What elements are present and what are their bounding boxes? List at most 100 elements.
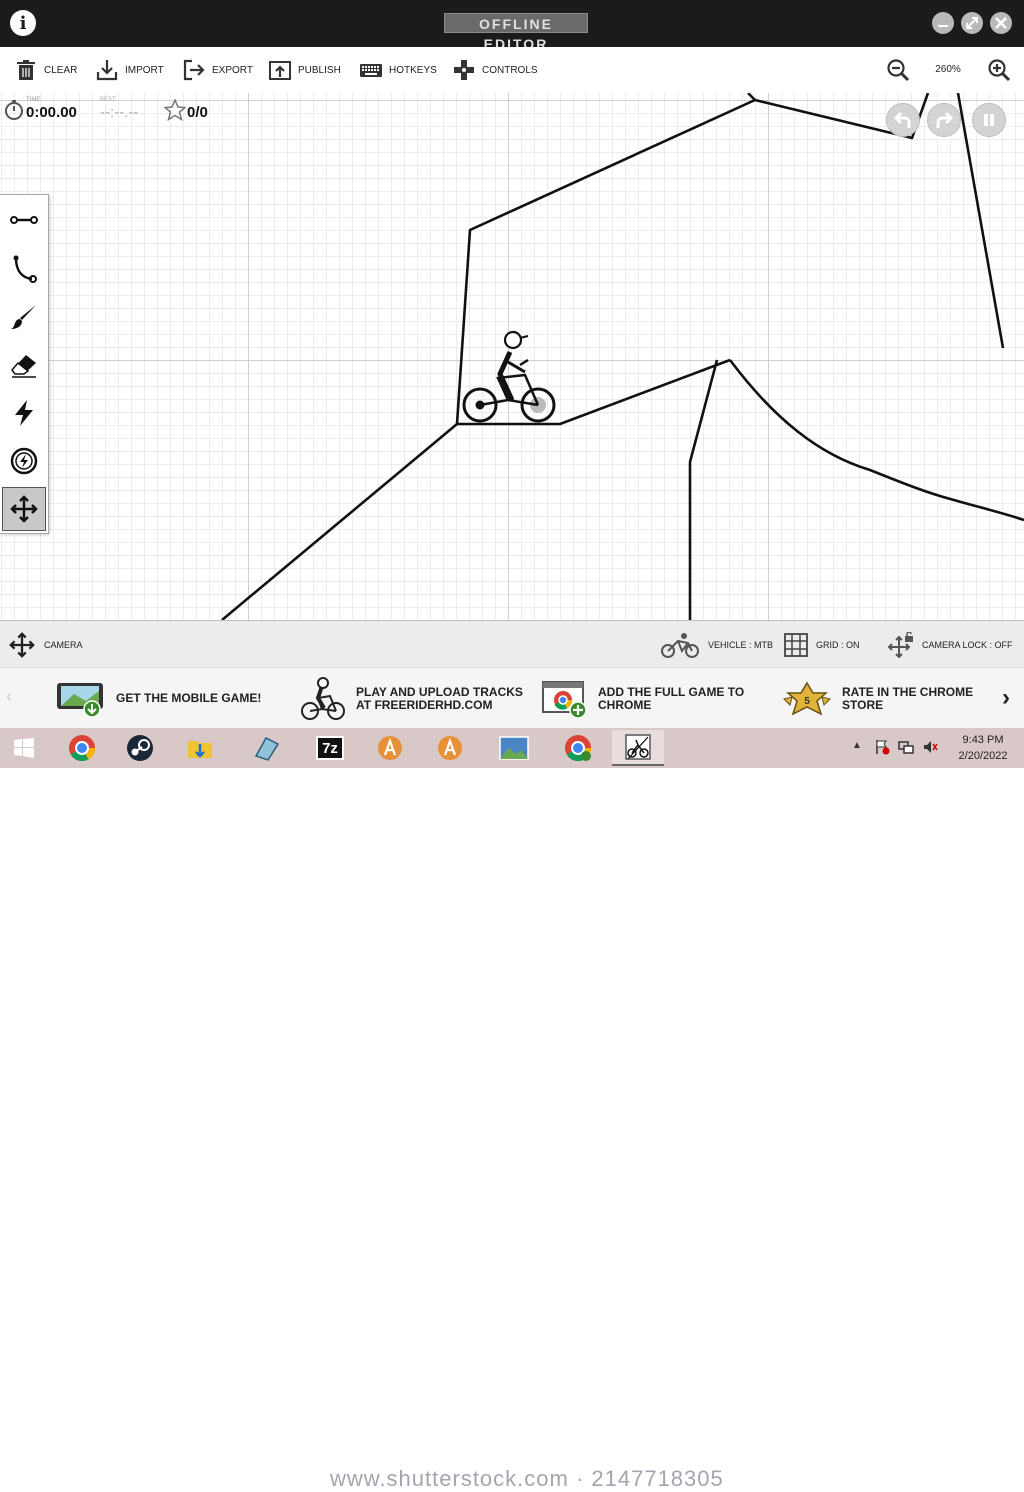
chrome-profile-icon — [565, 735, 592, 762]
redo-icon — [936, 111, 954, 128]
info-icon[interactable]: i — [10, 10, 36, 36]
folder-icon — [188, 741, 212, 758]
camera-lock-label: CAMERA LOCK : OFF — [922, 639, 1013, 650]
chevron-right-icon[interactable]: › — [1002, 684, 1010, 712]
zoom-out-icon — [887, 59, 910, 82]
taskbar-chrome-app[interactable] — [552, 730, 604, 766]
camera-mode[interactable]: CAMERA — [8, 621, 83, 668]
promo-mobile-game[interactable]: GET THE MOBILE GAME! — [56, 668, 261, 729]
zoom-in-button[interactable] — [987, 58, 1011, 87]
taskbar-app-a[interactable] — [364, 730, 416, 766]
pause-icon — [984, 114, 994, 126]
tool-eraser[interactable] — [2, 343, 46, 387]
straight-line-icon — [10, 216, 38, 224]
zoom-in-icon — [988, 59, 1011, 82]
publish-button[interactable]: PUBLISH — [268, 47, 341, 93]
tool-gravity[interactable] — [2, 439, 46, 483]
tool-curve[interactable] — [2, 247, 46, 291]
move-arrows-icon — [9, 631, 35, 658]
maximize-button[interactable] — [961, 12, 983, 34]
promo-mobile-text: GET THE MOBILE GAME! — [116, 691, 262, 705]
orange-app-icon — [438, 736, 462, 760]
windows-taskbar: 7z www.shutterstock.com · 2147718305 ▲ 9… — [0, 728, 1024, 1491]
tool-boost[interactable] — [2, 391, 46, 435]
chevron-up-icon[interactable]: ▲ — [852, 740, 862, 751]
promo-rate-text: RATE IN THE CHROME STORE — [842, 684, 974, 712]
clear-button[interactable]: CLEAR — [14, 47, 77, 93]
curve-icon — [13, 255, 37, 283]
taskbar-chrome[interactable] — [56, 730, 108, 766]
undo-icon — [893, 111, 911, 128]
controls-label: CONTROLS — [482, 64, 538, 76]
system-clock[interactable]: 9:43 PM 2/20/2022 — [948, 732, 1018, 764]
taskbar-notes-app[interactable] — [240, 730, 292, 766]
download-icon — [96, 60, 118, 81]
vehicle-toggle[interactable]: VEHICLE : MTB — [660, 621, 773, 668]
title-bar: i OFFLINE EDITOR — [0, 0, 1024, 52]
track-lines — [221, 93, 1024, 620]
promo-freeriderhd-text: PLAY AND UPLOAD TRACKS AT FREERIDERHD.CO… — [356, 684, 523, 712]
windows-logo-icon — [14, 738, 34, 758]
photo-icon — [499, 736, 529, 760]
star-icon — [164, 99, 186, 121]
rider-bike — [462, 330, 556, 423]
chevron-left-icon[interactable]: ‹ — [6, 686, 12, 707]
camera-lock-toggle[interactable]: CAMERA LOCK : OFF — [888, 621, 1013, 668]
taskbar-free-rider[interactable] — [612, 730, 664, 766]
grid-toggle[interactable]: GRID : ON — [784, 621, 860, 668]
tool-straight-line[interactable] — [2, 198, 46, 242]
promo-bar: ‹ GET THE MOBILE GAME! PLAY AND UPLOAD T… — [0, 667, 1024, 729]
hotkeys-button[interactable]: HOTKEYS — [359, 47, 437, 93]
seven-zip-icon: 7z — [316, 736, 344, 760]
rider-icon — [301, 676, 345, 720]
star-count: 0/0 — [187, 104, 208, 121]
promo-rate-chrome[interactable]: 5 RATE IN THE CHROME STORE — [782, 668, 1012, 729]
flag-icon[interactable] — [874, 739, 890, 760]
stopwatch-icon — [5, 100, 23, 120]
promo-freeriderhd[interactable]: PLAY AND UPLOAD TRACKS AT FREERIDERHD.CO… — [300, 668, 526, 729]
export-button[interactable]: EXPORT — [182, 47, 253, 93]
notebook-icon — [254, 737, 280, 761]
redo-button[interactable] — [927, 103, 961, 137]
network-icon[interactable] — [898, 739, 914, 760]
star-badge-icon: 5 — [783, 681, 831, 715]
track-canvas[interactable]: TIME: 0:00.00 BEST: --:--.-- 0/0 — [0, 93, 1024, 620]
expand-icon — [966, 17, 978, 29]
best-label: BEST: — [100, 97, 117, 103]
controls-button[interactable]: CONTROLS — [452, 47, 538, 93]
import-button[interactable]: IMPORT — [95, 47, 164, 93]
taskbar-7zip[interactable]: 7z — [304, 730, 356, 766]
minimize-button[interactable] — [932, 12, 954, 34]
volume-muted-icon[interactable] — [922, 739, 938, 760]
hotkeys-label: HOTKEYS — [389, 64, 437, 76]
move-arrows-icon — [10, 495, 38, 523]
promo-chrome-game[interactable]: ADD THE FULL GAME TO CHROME — [542, 668, 768, 729]
taskbar-file-explorer[interactable] — [174, 730, 226, 766]
eraser-icon — [11, 355, 36, 378]
dpad-icon — [454, 60, 474, 80]
taskbar-steam[interactable] — [114, 730, 166, 766]
taskbar-photos[interactable] — [488, 730, 540, 766]
pause-button[interactable] — [972, 103, 1006, 137]
best-value: --:--.-- — [100, 104, 139, 121]
export-label: EXPORT — [212, 64, 253, 76]
tool-brush[interactable] — [2, 295, 46, 339]
window-title: OFFLINE EDITOR — [444, 13, 588, 52]
undo-button[interactable] — [886, 103, 920, 137]
vehicle-label: VEHICLE : MTB — [708, 639, 774, 650]
zoom-out-button[interactable] — [886, 58, 910, 87]
star-badge-number: 5 — [804, 696, 810, 707]
start-button[interactable] — [0, 730, 48, 766]
status-bar: CAMERA VEHICLE : MTB GRID : ON CAMERA LO… — [0, 620, 1024, 668]
promo-chrome-game-text: ADD THE FULL GAME TO CHROME — [598, 684, 745, 712]
tool-camera-move[interactable] — [2, 487, 46, 531]
upload-icon — [269, 61, 291, 80]
mtb-bike-icon — [661, 632, 699, 658]
taskbar-app-b[interactable] — [424, 730, 476, 766]
brush-icon — [11, 305, 36, 329]
clock-time: 9:43 PM — [962, 734, 1004, 746]
mobile-game-icon — [57, 682, 103, 718]
chrome-icon — [69, 735, 96, 762]
free-rider-icon — [625, 734, 651, 760]
close-button[interactable] — [990, 12, 1012, 34]
